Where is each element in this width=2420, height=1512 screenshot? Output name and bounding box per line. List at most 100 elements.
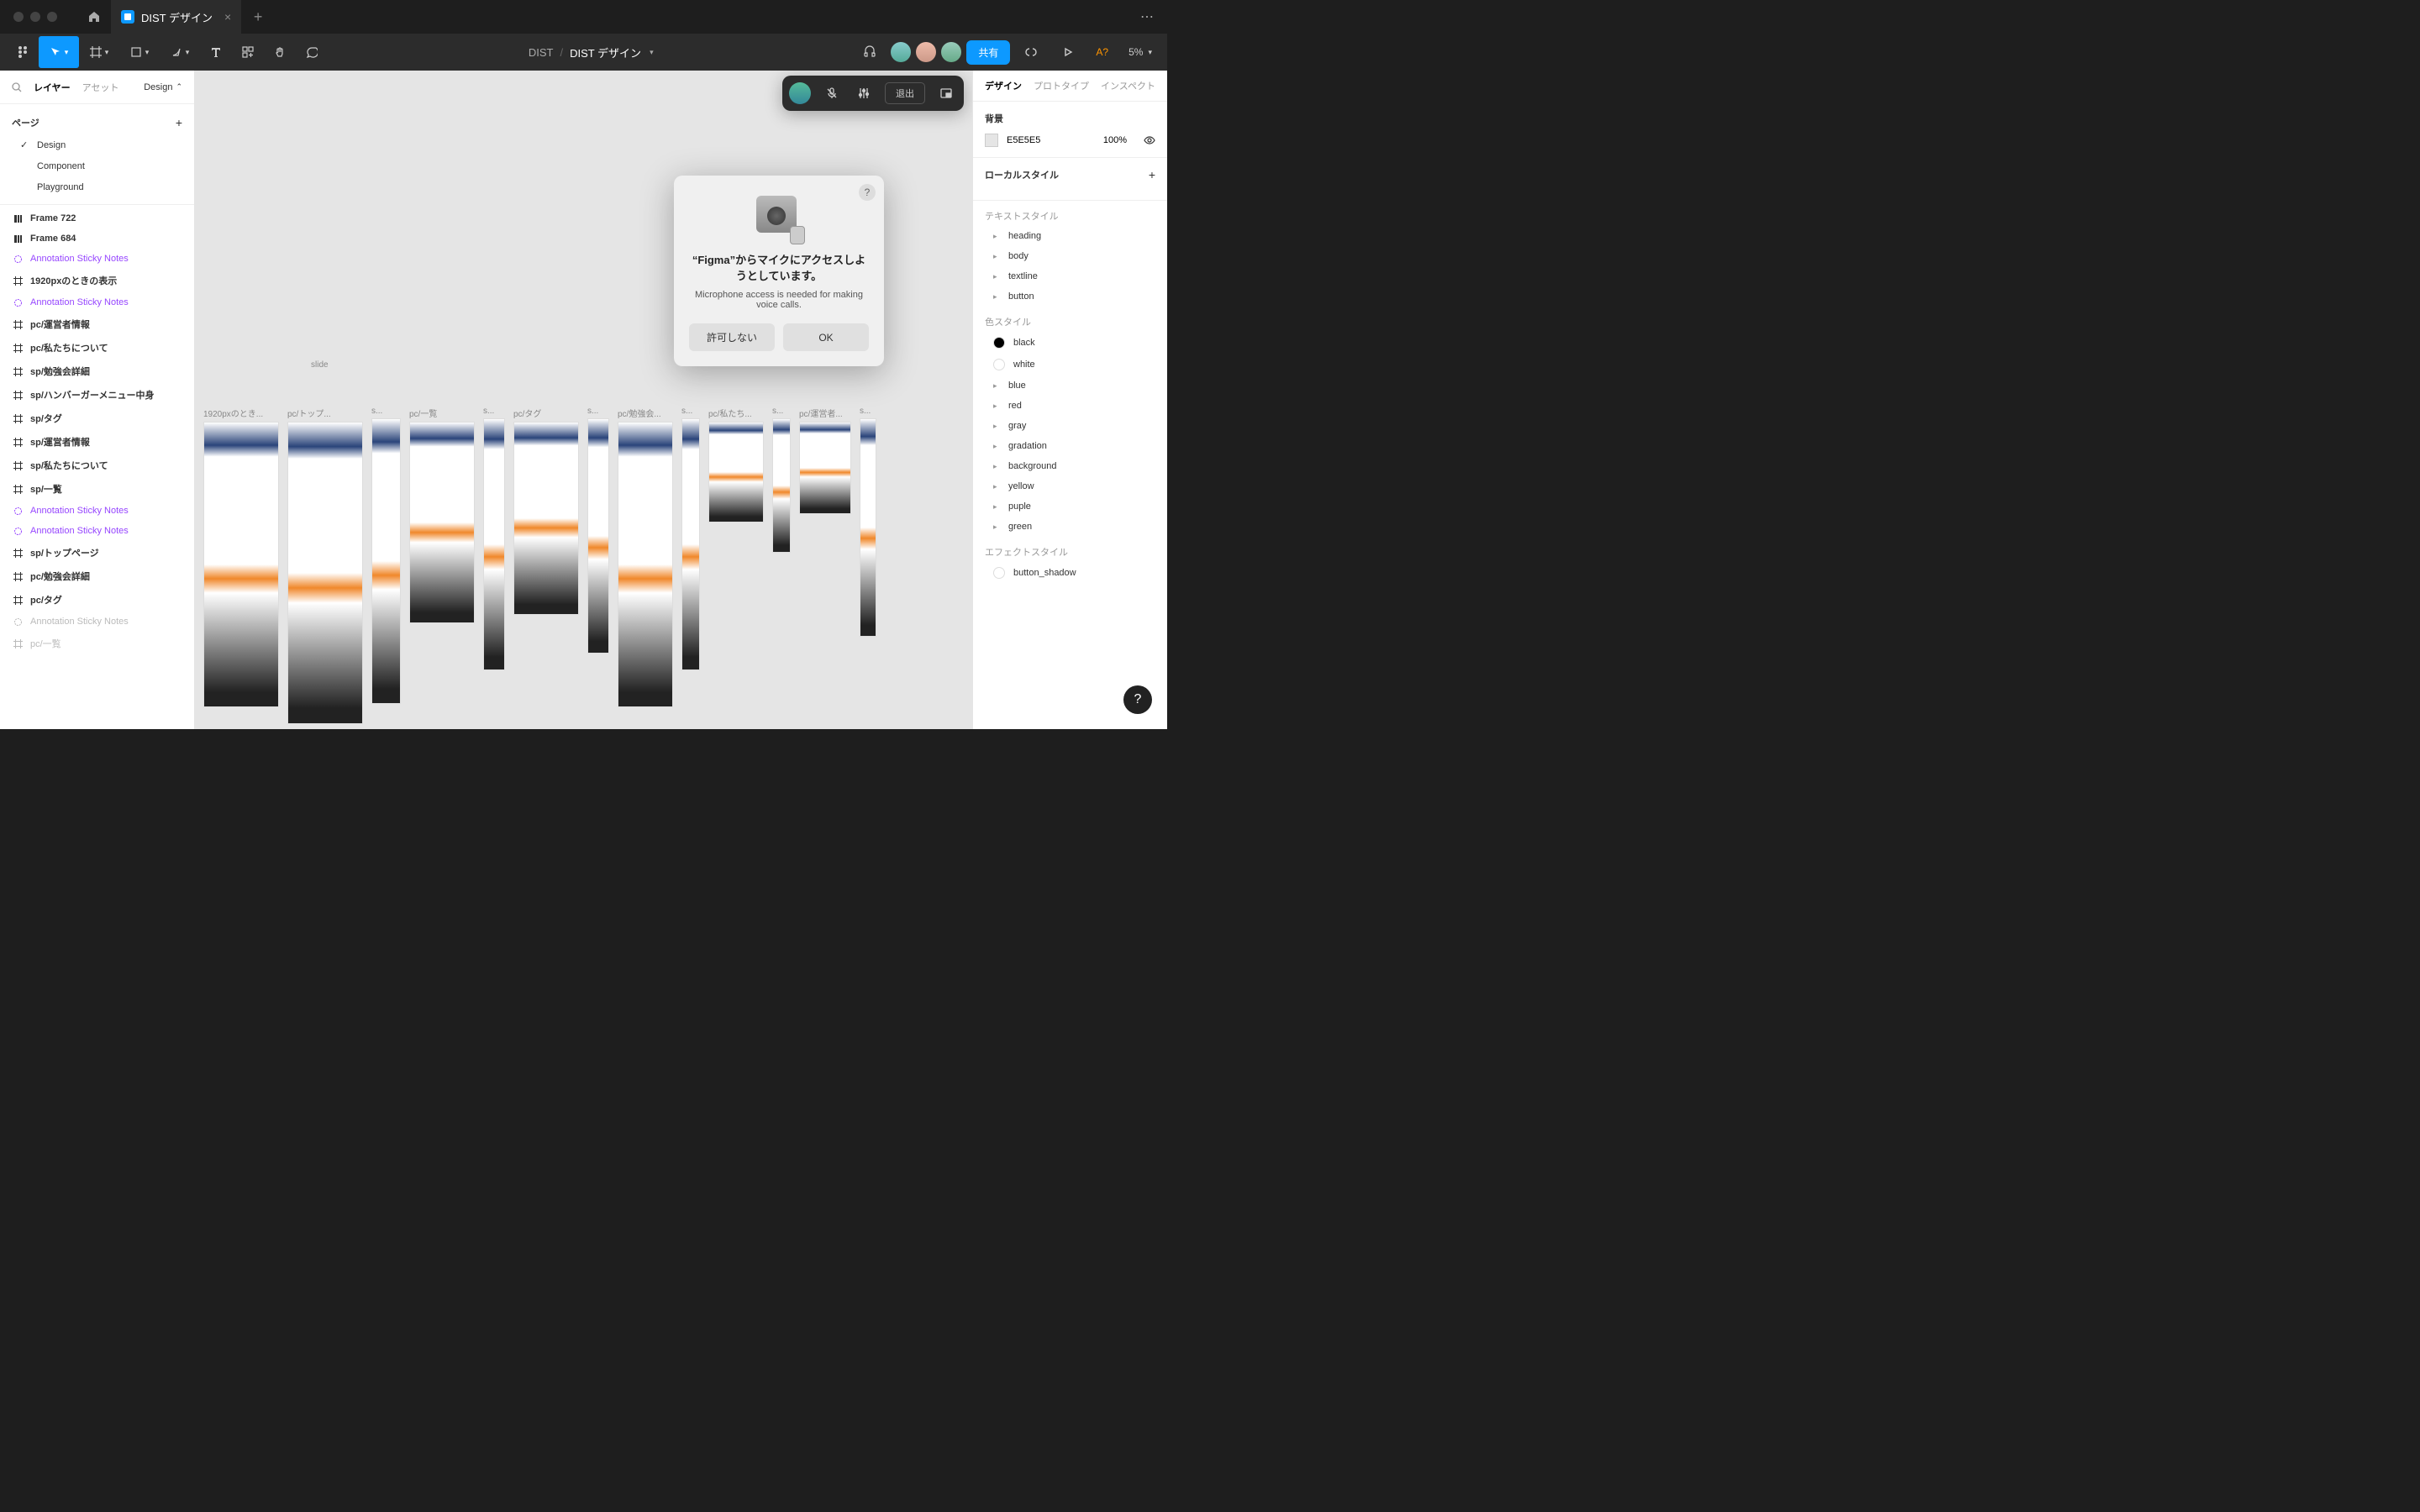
color-style-item[interactable]: black <box>973 332 1167 354</box>
layer-item[interactable]: sp/勉強会詳細 <box>0 360 194 383</box>
add-page-button[interactable]: + <box>176 116 182 129</box>
present-button[interactable] <box>1052 36 1084 68</box>
layer-item[interactable]: pc/運営者情報 <box>0 312 194 336</box>
layer-item[interactable]: Frame 722 <box>0 208 194 228</box>
canvas-frame[interactable]: s... <box>681 407 700 724</box>
layers-list[interactable]: Frame 722Frame 684Annotation Sticky Note… <box>0 205 194 729</box>
layer-item[interactable]: Annotation Sticky Notes <box>0 292 194 312</box>
maximize-window[interactable] <box>47 12 57 22</box>
background-opacity[interactable]: 100% <box>1103 135 1127 145</box>
layer-item[interactable]: sp/私たちについて <box>0 454 194 477</box>
color-style-item[interactable]: ▸gray <box>973 416 1167 436</box>
home-button[interactable] <box>77 0 111 34</box>
layer-item[interactable]: pc/一覧 <box>0 632 194 655</box>
canvas-frame[interactable]: pc/勉強会... <box>618 407 673 724</box>
frame-thumbnail[interactable] <box>371 418 401 704</box>
move-tool[interactable]: ▾ <box>39 36 79 68</box>
color-style-item[interactable]: ▸green <box>973 517 1167 537</box>
minimize-window[interactable] <box>30 12 40 22</box>
ok-button[interactable]: OK <box>783 323 869 351</box>
panel-mode-dropdown[interactable]: Design ⌃ <box>144 82 182 92</box>
help-fab-button[interactable]: ? <box>1123 685 1152 714</box>
close-window[interactable] <box>13 12 24 22</box>
text-style-item[interactable]: ▸body <box>973 246 1167 266</box>
tab-assets[interactable]: アセット <box>82 81 119 94</box>
user-avatar-2[interactable] <box>916 42 936 62</box>
color-style-item[interactable]: ▸background <box>973 456 1167 476</box>
canvas-frame[interactable]: pc/タグ <box>513 407 579 724</box>
add-style-button[interactable]: + <box>1149 168 1155 181</box>
file-tab[interactable]: DIST デザイン × <box>111 0 241 34</box>
zoom-control[interactable]: 5% ▾ <box>1120 46 1160 58</box>
text-style-item[interactable]: ▸textline <box>973 266 1167 286</box>
layer-item[interactable]: pc/タグ <box>0 588 194 612</box>
background-color-swatch[interactable] <box>985 134 998 147</box>
user-avatar-3[interactable] <box>941 42 961 62</box>
layer-item[interactable]: Annotation Sticky Notes <box>0 249 194 269</box>
deny-button[interactable]: 許可しない <box>689 323 775 351</box>
audio-settings-icon[interactable] <box>853 87 875 100</box>
canvas-frame[interactable]: pc/トップ... <box>287 407 363 724</box>
layer-item[interactable]: Frame 684 <box>0 228 194 249</box>
figma-menu-button[interactable] <box>7 36 39 68</box>
frame-thumbnail[interactable] <box>708 422 764 522</box>
layer-item[interactable]: sp/タグ <box>0 407 194 430</box>
pen-tool[interactable]: ▾ <box>160 36 200 68</box>
close-tab-icon[interactable]: × <box>224 10 231 24</box>
text-tool[interactable] <box>200 36 232 68</box>
dev-mode-button[interactable] <box>1015 36 1047 68</box>
canvas-frame[interactable]: s... <box>483 407 505 724</box>
search-icon[interactable] <box>12 82 22 92</box>
layer-item[interactable]: sp/一覧 <box>0 477 194 501</box>
frame-thumbnail[interactable] <box>203 422 279 707</box>
page-item[interactable]: ✓Component <box>12 155 182 176</box>
resources-tool[interactable] <box>232 36 264 68</box>
canvas-frame[interactable]: pc/一覧 <box>409 407 475 724</box>
color-style-item[interactable]: ▸red <box>973 396 1167 416</box>
frame-thumbnail[interactable] <box>513 422 579 615</box>
color-style-item[interactable]: ▸gradation <box>973 436 1167 456</box>
breadcrumb-project[interactable]: DIST <box>529 46 554 59</box>
layer-item[interactable]: pc/私たちについて <box>0 336 194 360</box>
tab-prototype[interactable]: プロトタイプ <box>1034 79 1089 92</box>
frame-thumbnail[interactable] <box>618 422 673 707</box>
shape-tool[interactable]: ▾ <box>119 36 160 68</box>
layer-item[interactable]: 1920pxのときの表示 <box>0 269 194 292</box>
canvas-frame[interactable]: s... <box>587 407 609 724</box>
layer-item[interactable]: pc/勉強会詳細 <box>0 564 194 588</box>
canvas-frame[interactable]: 1920pxのとき... <box>203 407 279 724</box>
breadcrumb-file[interactable]: DIST デザイン <box>570 45 641 60</box>
visibility-toggle-icon[interactable] <box>1144 134 1155 146</box>
dialog-help-button[interactable]: ? <box>859 184 876 201</box>
frame-thumbnail[interactable] <box>587 418 609 654</box>
frame-thumbnail[interactable] <box>483 418 505 670</box>
frame-thumbnail[interactable] <box>772 418 791 553</box>
mute-mic-icon[interactable] <box>821 87 843 100</box>
expand-audio-icon[interactable] <box>935 87 957 100</box>
canvas-frame[interactable]: s... <box>860 407 876 724</box>
page-item[interactable]: ✓Design <box>12 134 182 155</box>
user-avatar-1[interactable] <box>891 42 911 62</box>
layer-item[interactable]: Annotation Sticky Notes <box>0 501 194 521</box>
canvas-frame[interactable]: pc/私たち... <box>708 407 764 724</box>
canvas[interactable]: 退出 slide 1920pxのとき...pc/トップ...s...pc/一覧s… <box>195 71 972 729</box>
frame-thumbnail[interactable] <box>681 418 700 670</box>
canvas-frame[interactable]: s... <box>772 407 791 724</box>
comment-tool[interactable] <box>296 36 328 68</box>
more-menu-button[interactable]: ⋯ <box>1134 2 1160 32</box>
text-style-item[interactable]: ▸heading <box>973 226 1167 246</box>
page-item[interactable]: ✓Playground <box>12 176 182 197</box>
color-style-item[interactable]: ▸yellow <box>973 476 1167 496</box>
audio-participant-avatar[interactable] <box>789 82 811 104</box>
hand-tool[interactable] <box>264 36 296 68</box>
tab-design[interactable]: デザイン <box>985 79 1022 92</box>
frame-thumbnail[interactable] <box>409 422 475 623</box>
layer-item[interactable]: Annotation Sticky Notes <box>0 521 194 541</box>
frame-tool[interactable]: ▾ <box>79 36 119 68</box>
text-style-item[interactable]: ▸button <box>973 286 1167 307</box>
background-hex[interactable]: E5E5E5 <box>1007 135 1040 145</box>
frame-thumbnail[interactable] <box>287 422 363 724</box>
tab-inspect[interactable]: インスペクト <box>1101 79 1155 92</box>
layer-item[interactable]: sp/トップページ <box>0 541 194 564</box>
audio-button[interactable] <box>854 36 886 68</box>
